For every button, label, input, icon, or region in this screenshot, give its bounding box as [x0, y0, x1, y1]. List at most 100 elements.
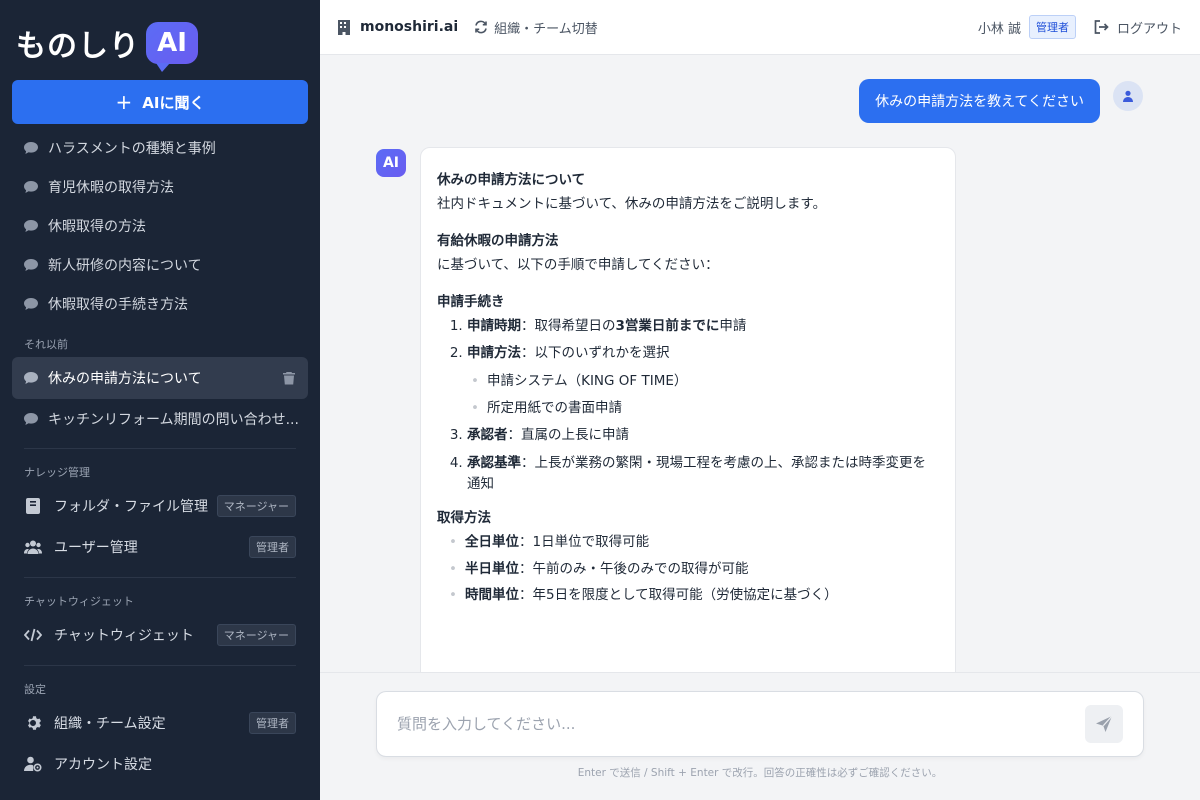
divider: [24, 665, 296, 666]
nav-org-team-settings[interactable]: 組織・チーム設定 管理者: [0, 702, 320, 743]
org-switch-button[interactable]: 組織・チーム切替: [474, 18, 598, 37]
main-area: monoshiri.ai 組織・チーム切替 小林 誠 管理者 ログアウト 休みの…: [320, 0, 1200, 800]
nav-account-settings[interactable]: アカウント設定: [0, 743, 320, 784]
history-item[interactable]: 休暇取得の手続き方法: [0, 284, 320, 323]
list-item: 申請時期：取得希望日の3営業日前までに申請: [467, 316, 939, 338]
logo-text: ものしり: [16, 29, 140, 64]
procedure-list: 申請時期：取得希望日の3営業日前までに申請 申請方法：以下のいずれかを選択 申請…: [437, 316, 939, 496]
ask-ai-label: AIに聞く: [142, 93, 205, 112]
history-item-label: キッチンリフォーム期間の問い合わせ...: [48, 411, 299, 428]
building-icon: [338, 19, 350, 35]
nav-user-management[interactable]: ユーザー管理 管理者: [0, 526, 320, 567]
sidebar: ものしり AI + AIに聞く ハラスメントの種類と事例 育児休暇の取得方法 休…: [0, 0, 320, 800]
send-icon: [1096, 715, 1113, 732]
list-item: 全日単位：1日単位で取得可能: [449, 532, 939, 554]
ai-answer-card: 休みの申請方法について 社内ドキュメントに基づいて、休みの申請方法をご説明します…: [420, 147, 956, 672]
answer-title: 休みの申請方法について: [437, 172, 586, 188]
input-area: Enter で送信 / Shift + Enter で改行。回答の正確性は必ずご…: [320, 672, 1200, 800]
user-icon: [1123, 90, 1133, 102]
code-icon: [24, 626, 42, 644]
user-role-badge: 管理者: [1028, 15, 1076, 39]
list-item: 承認基準：上長が業務の繁閑・現場工程を考慮の上、承認または時季変更を通知: [467, 453, 939, 496]
send-button[interactable]: [1085, 705, 1123, 743]
nav-label: フォルダ・ファイル管理: [54, 498, 208, 515]
history-item-label: 新人研修の内容について: [48, 257, 202, 274]
answer-section-heading: 有給休暇の申請方法: [437, 232, 559, 249]
history-item[interactable]: 育児休暇の取得方法: [0, 167, 320, 206]
list-item: 時間単位：年5日を限度として取得可能（労使協定に基づく）: [449, 585, 939, 607]
ask-ai-button[interactable]: + AIに聞く: [12, 80, 308, 124]
sub-list: 申請システム（KING OF TIME） 所定用紙での書面申請: [467, 371, 939, 419]
answer-intro: 社内ドキュメントに基づいて、休みの申請方法をご説明します。: [437, 196, 827, 212]
role-badge: 管理者: [249, 535, 296, 558]
chat-bubble-icon: [24, 412, 38, 425]
logo-badge: AI: [146, 22, 198, 72]
list-item: 申請方法：以下のいずれかを選択 申請システム（KING OF TIME） 所定用…: [467, 343, 939, 419]
role-badge: 管理者: [249, 711, 296, 734]
history-item-label: 休暇取得の方法: [48, 218, 146, 235]
trash-icon[interactable]: [282, 371, 296, 385]
settings-group-title: 設定: [24, 683, 46, 696]
history-item[interactable]: 新人研修の内容について: [0, 245, 320, 284]
user-name: 小林 誠: [977, 21, 1021, 37]
question-input[interactable]: [397, 715, 1085, 733]
question-input-box: [376, 691, 1144, 757]
chat-area: 休みの申請方法を教えてください AI 休みの申請方法について 社内ドキュメントに…: [320, 55, 1200, 672]
history-item[interactable]: 休暇取得の方法: [0, 206, 320, 245]
users-icon: [24, 538, 42, 556]
nav-label: ユーザー管理: [54, 539, 138, 556]
list-item: 申請システム（KING OF TIME）: [471, 371, 939, 393]
divider: [24, 448, 296, 449]
history-item-label: 休暇取得の手続き方法: [48, 296, 188, 313]
nav-chat-widget[interactable]: チャットウィジェット マネージャー: [0, 614, 320, 655]
history-item[interactable]: ハラスメントの種類と事例: [0, 128, 320, 167]
brand-name: monoshiri.ai: [360, 19, 459, 35]
method-list: 全日単位：1日単位で取得可能 半日単位：午前のみ・午後のみでの取得が可能 時間単…: [437, 532, 939, 607]
answer-section-text: に基づいて、以下の手順で申請してください：: [437, 256, 719, 273]
chat-bubble-icon: [24, 258, 38, 271]
logout-button[interactable]: ログアウト: [1094, 18, 1182, 37]
answer-section-heading: 取得方法: [437, 510, 491, 526]
user-avatar: [1113, 81, 1143, 111]
chat-bubble-icon: [24, 372, 38, 384]
input-hint: Enter で送信 / Shift + Enter で改行。回答の正確性は必ずご…: [577, 767, 943, 779]
history-item[interactable]: キッチンリフォーム期間の問い合わせ...: [0, 399, 320, 438]
list-item: 所定用紙での書面申請: [471, 398, 939, 420]
brand: monoshiri.ai: [338, 19, 458, 35]
list-item: 承認者：直属の上長に申請: [467, 425, 939, 447]
chat-bubble-icon: [24, 219, 38, 232]
logout-label: ログアウト: [1116, 21, 1182, 37]
logout-icon: [1094, 20, 1109, 34]
chat-bubble-icon: [24, 297, 38, 310]
nav-label: 組織・チーム設定: [54, 715, 166, 732]
refresh-icon: [475, 20, 487, 34]
history-item-active[interactable]: 休みの申請方法について: [12, 357, 308, 399]
gear-icon: [24, 714, 42, 732]
role-badge: マネージャー: [216, 623, 296, 646]
older-group-title: それ以前: [24, 338, 68, 351]
book-icon: [24, 497, 42, 515]
user-area: 小林 誠 管理者 ログアウト: [978, 15, 1182, 39]
role-badge: マネージャー: [216, 494, 296, 517]
history-item-label: 育児休暇の取得方法: [48, 179, 174, 196]
divider: [24, 577, 296, 578]
chat-bubble-icon: [24, 180, 38, 193]
ai-avatar: AI: [376, 149, 406, 177]
widget-group-title: チャットウィジェット: [24, 595, 134, 608]
nav-folder-file-management[interactable]: フォルダ・ファイル管理 マネージャー: [0, 485, 320, 526]
top-bar: monoshiri.ai 組織・チーム切替 小林 誠 管理者 ログアウト: [320, 0, 1200, 55]
nav-label: チャットウィジェット: [54, 627, 194, 644]
plus-icon: +: [115, 90, 133, 114]
knowledge-group-title: ナレッジ管理: [24, 466, 90, 479]
org-switch-label: 組織・チーム切替: [494, 21, 598, 37]
chat-bubble-icon: [24, 141, 38, 154]
user-message: 休みの申請方法を教えてください: [859, 79, 1100, 123]
app-root: ものしり AI + AIに聞く ハラスメントの種類と事例 育児休暇の取得方法 休…: [0, 0, 1200, 800]
history-item-label: 休みの申請方法について: [48, 371, 202, 387]
answer-section-heading: 申請手続き: [437, 293, 505, 310]
list-item: 半日単位：午前のみ・午後のみでの取得が可能: [449, 559, 939, 581]
user-gear-icon: [24, 755, 42, 773]
nav-label: アカウント設定: [54, 756, 152, 773]
logo: ものしり AI: [0, 0, 320, 72]
history-item-label: ハラスメントの種類と事例: [48, 140, 216, 157]
